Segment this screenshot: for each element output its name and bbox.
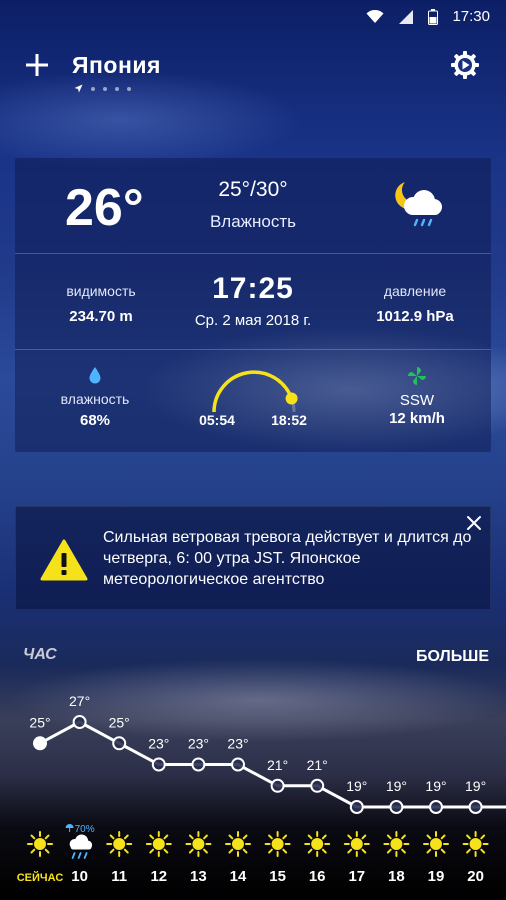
temperature-point xyxy=(112,736,127,751)
temperature-label: 23° xyxy=(148,736,169,752)
temperature-point xyxy=(270,778,285,793)
current-temperature: 26° xyxy=(65,179,144,237)
warning-icon xyxy=(40,539,88,581)
temp-range: 25°/30° xyxy=(218,178,288,201)
location-title[interactable]: Япония xyxy=(72,52,161,79)
sun-icon xyxy=(145,831,172,857)
hour-label: СЕЙЧАС xyxy=(17,871,64,884)
temp-range-label: Влажность xyxy=(209,212,297,231)
precip-umbrella-icon xyxy=(65,824,74,832)
settings-gear-icon[interactable] xyxy=(450,50,480,80)
humidity-label: влажность xyxy=(60,391,130,407)
sunset-time: 18:52 xyxy=(271,412,307,428)
sun-path-arc xyxy=(212,370,298,412)
temperature-label: 19° xyxy=(425,778,446,794)
humidity-drop-icon xyxy=(89,367,101,384)
location-arrow-icon xyxy=(74,84,83,93)
page-indicator xyxy=(74,84,131,93)
temperature-label: 21° xyxy=(307,757,328,773)
temperature-point xyxy=(349,800,364,814)
temperature-row: 26° 25°/30° Влажность xyxy=(15,158,491,254)
current-conditions-card[interactable]: 26° 25°/30° Влажность видимость 234.70 m… xyxy=(15,158,491,452)
cloud-rain-icon xyxy=(69,834,93,859)
add-location-button[interactable] xyxy=(24,52,50,78)
page-dot xyxy=(91,86,95,91)
temperature-label: 25° xyxy=(109,714,130,730)
sun-icon xyxy=(383,831,410,857)
sun-arc-progress xyxy=(212,370,294,412)
pressure-value: 1012.9 hPa xyxy=(376,308,454,325)
hourly-section-title: ЧАС xyxy=(23,646,57,663)
hour-label: 11 xyxy=(111,868,127,885)
page-dot xyxy=(127,86,131,91)
hour-label: 12 xyxy=(150,868,167,885)
sun-icon xyxy=(106,831,133,857)
wind-turbine-icon xyxy=(408,367,426,385)
details-row: видимость 234.70 m 17:25 Ср. 2 мая 2018 … xyxy=(15,254,491,350)
hour-label: 16 xyxy=(309,868,326,885)
temperature-point xyxy=(151,757,166,772)
temperature-point xyxy=(191,757,206,772)
current-date: Ср. 2 мая 2018 г. xyxy=(194,312,312,329)
temperature-label: 25° xyxy=(29,714,50,730)
header: Япония xyxy=(0,48,506,98)
status-time: 17:30 xyxy=(452,8,490,25)
hour-label: 15 xyxy=(269,868,286,885)
alert-message: Сильная ветровая тревога действует и дли… xyxy=(103,529,472,588)
status-bar: 17:30 xyxy=(0,0,506,36)
temperature-label: 23° xyxy=(227,736,248,752)
visibility-label: видимость xyxy=(66,283,136,299)
sun-icon xyxy=(264,831,291,857)
temperature-label: 19° xyxy=(465,778,486,794)
page-dot xyxy=(103,86,107,91)
temperature-label: 21° xyxy=(267,757,288,773)
hourly-forecast-chart: 25° СЕЙЧАС 27° 70% 10 25° 11 23° 12 23° 13 23° 14 21°… xyxy=(17,693,506,885)
temperature-point xyxy=(468,800,483,814)
more-button[interactable]: БОЛЬШЕ xyxy=(416,648,489,666)
sun-icon xyxy=(343,831,370,857)
sunrise-time: 05:54 xyxy=(199,412,235,428)
sun-arc-track xyxy=(212,370,296,412)
close-icon[interactable] xyxy=(466,515,482,531)
temperature-point xyxy=(310,778,325,793)
precip-probability: 70% xyxy=(75,824,95,835)
moon-cloud-rain-icon xyxy=(395,182,442,227)
sun-icon xyxy=(225,831,251,857)
sun-position-dot xyxy=(285,392,298,405)
hour-label: 18 xyxy=(388,868,405,885)
temperature-point xyxy=(72,715,87,729)
temperature-label: 27° xyxy=(69,693,90,709)
hour-label: 17 xyxy=(348,868,365,885)
sun-icon xyxy=(27,831,53,857)
temperature-label: 19° xyxy=(346,778,367,794)
sun-icon xyxy=(304,831,331,857)
hour-label: 10 xyxy=(71,868,88,885)
temperature-point xyxy=(231,757,245,772)
hour-label: 19 xyxy=(428,868,445,885)
hour-label: 14 xyxy=(230,868,247,885)
wind-direction: SSW xyxy=(399,392,435,409)
page-dot xyxy=(115,86,119,91)
wind-speed: 12 km/h xyxy=(389,410,445,427)
pressure-label: давление xyxy=(383,283,447,299)
hour-label: 13 xyxy=(190,868,207,885)
temperature-point xyxy=(33,736,47,751)
temperature-label: 23° xyxy=(188,736,209,752)
humidity-value: 68% xyxy=(79,412,111,429)
hour-label: 20 xyxy=(467,868,484,885)
visibility-value: 234.70 m xyxy=(69,308,133,325)
temperature-label: 19° xyxy=(386,778,407,794)
sun-icon xyxy=(462,831,489,857)
battery-icon xyxy=(428,8,439,25)
sun-icon xyxy=(423,831,449,857)
temperature-point xyxy=(429,800,443,814)
signal-icon xyxy=(399,9,414,24)
wifi-icon xyxy=(366,9,384,23)
weather-alert-banner[interactable]: Сильная ветровая тревога действует и дли… xyxy=(15,506,491,610)
temperature-point xyxy=(389,800,404,814)
sun-wind-row: влажность 68% 05:54 18:52 SSW 12 km/h xyxy=(15,350,491,452)
current-time: 17:25 xyxy=(212,272,294,305)
sun-icon xyxy=(185,831,212,857)
